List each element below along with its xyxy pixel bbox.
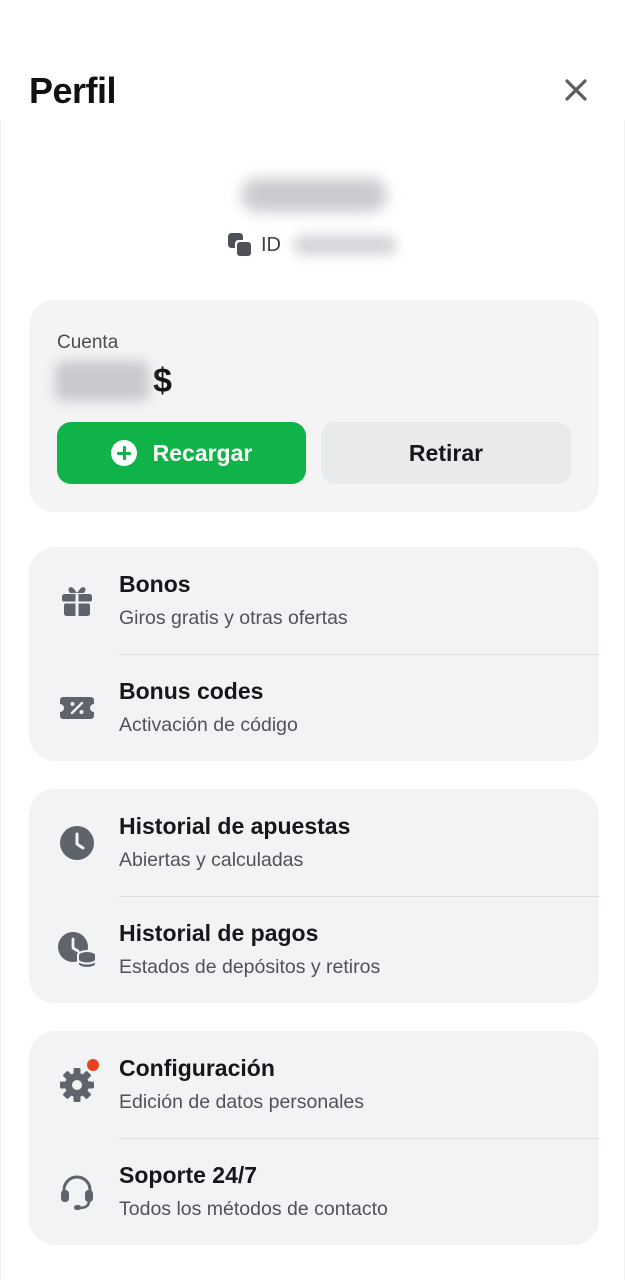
menu-item-payment-history[interactable]: Historial de pagos Estados de depósitos … [29, 896, 599, 1003]
header: Perfil [0, 0, 625, 120]
balance-redacted [55, 361, 149, 401]
recharge-button[interactable]: Recargar [57, 422, 306, 484]
history-group: Historial de apuestas Abiertas y calcula… [29, 789, 599, 1003]
bonuses-group: Bonos Giros gratis y otras ofertas Bonus… [29, 547, 599, 761]
withdraw-button-label: Retirar [408, 439, 484, 466]
gift-icon [57, 581, 97, 621]
plus-circle-icon [110, 440, 137, 466]
close-icon [565, 79, 587, 101]
menu-item-title: Historial de pagos [119, 920, 319, 946]
clock-icon [57, 823, 97, 863]
menu-item-bonuses[interactable]: Bonos Giros gratis y otras ofertas [29, 547, 599, 655]
menu-item-subtitle: Giros gratis y otras ofertas [119, 607, 348, 629]
balance-row: $ [55, 358, 172, 404]
username-redacted [241, 178, 387, 212]
account-card: Cuenta $ Recargar Retirar [29, 300, 599, 512]
menu-item-title: Historial de apuestas [119, 813, 351, 839]
account-label: Cuenta [57, 332, 119, 353]
recharge-button-label: Recargar [152, 439, 253, 466]
menu-item-support[interactable]: Soporte 24/7 Todos los métodos de contac… [29, 1138, 599, 1245]
menu-item-settings[interactable]: Configuración Edición de datos personale… [29, 1031, 599, 1139]
user-id-row[interactable]: ID [227, 231, 397, 259]
clock-coins-icon [57, 930, 97, 970]
gear-icon [57, 1065, 97, 1105]
menu-item-subtitle: Abiertas y calculadas [119, 849, 304, 871]
user-block: ID [1, 120, 625, 280]
close-button[interactable] [558, 72, 594, 108]
menu-item-subtitle: Estados de depósitos y retiros [119, 956, 381, 978]
id-label: ID [261, 233, 281, 256]
menu-item-title: Bonus codes [119, 678, 264, 704]
menu-item-subtitle: Todos los métodos de contacto [119, 1198, 388, 1220]
user-id-redacted [293, 235, 397, 255]
page-title: Perfil [29, 70, 117, 111]
menu-item-title: Soporte 24/7 [119, 1162, 258, 1188]
menu-item-bonus-codes[interactable]: Bonus codes Activación de código [29, 654, 599, 761]
menu-item-subtitle: Activación de código [119, 714, 298, 736]
menu-item-title: Bonos [119, 571, 191, 597]
currency-symbol: $ [153, 361, 172, 400]
notification-dot [87, 1059, 99, 1071]
copy-icon[interactable] [227, 232, 253, 258]
promo-ticket-icon [57, 688, 97, 728]
withdraw-button[interactable]: Retirar [321, 422, 571, 484]
settings-group: Configuración Edición de datos personale… [29, 1031, 599, 1245]
profile-content: ID Cuenta $ Recargar Retirar Bonos Giros… [0, 120, 625, 1280]
menu-item-title: Configuración [119, 1055, 275, 1081]
menu-item-subtitle: Edición de datos personales [119, 1091, 364, 1113]
headset-icon [57, 1172, 97, 1212]
menu-item-bet-history[interactable]: Historial de apuestas Abiertas y calcula… [29, 789, 599, 897]
